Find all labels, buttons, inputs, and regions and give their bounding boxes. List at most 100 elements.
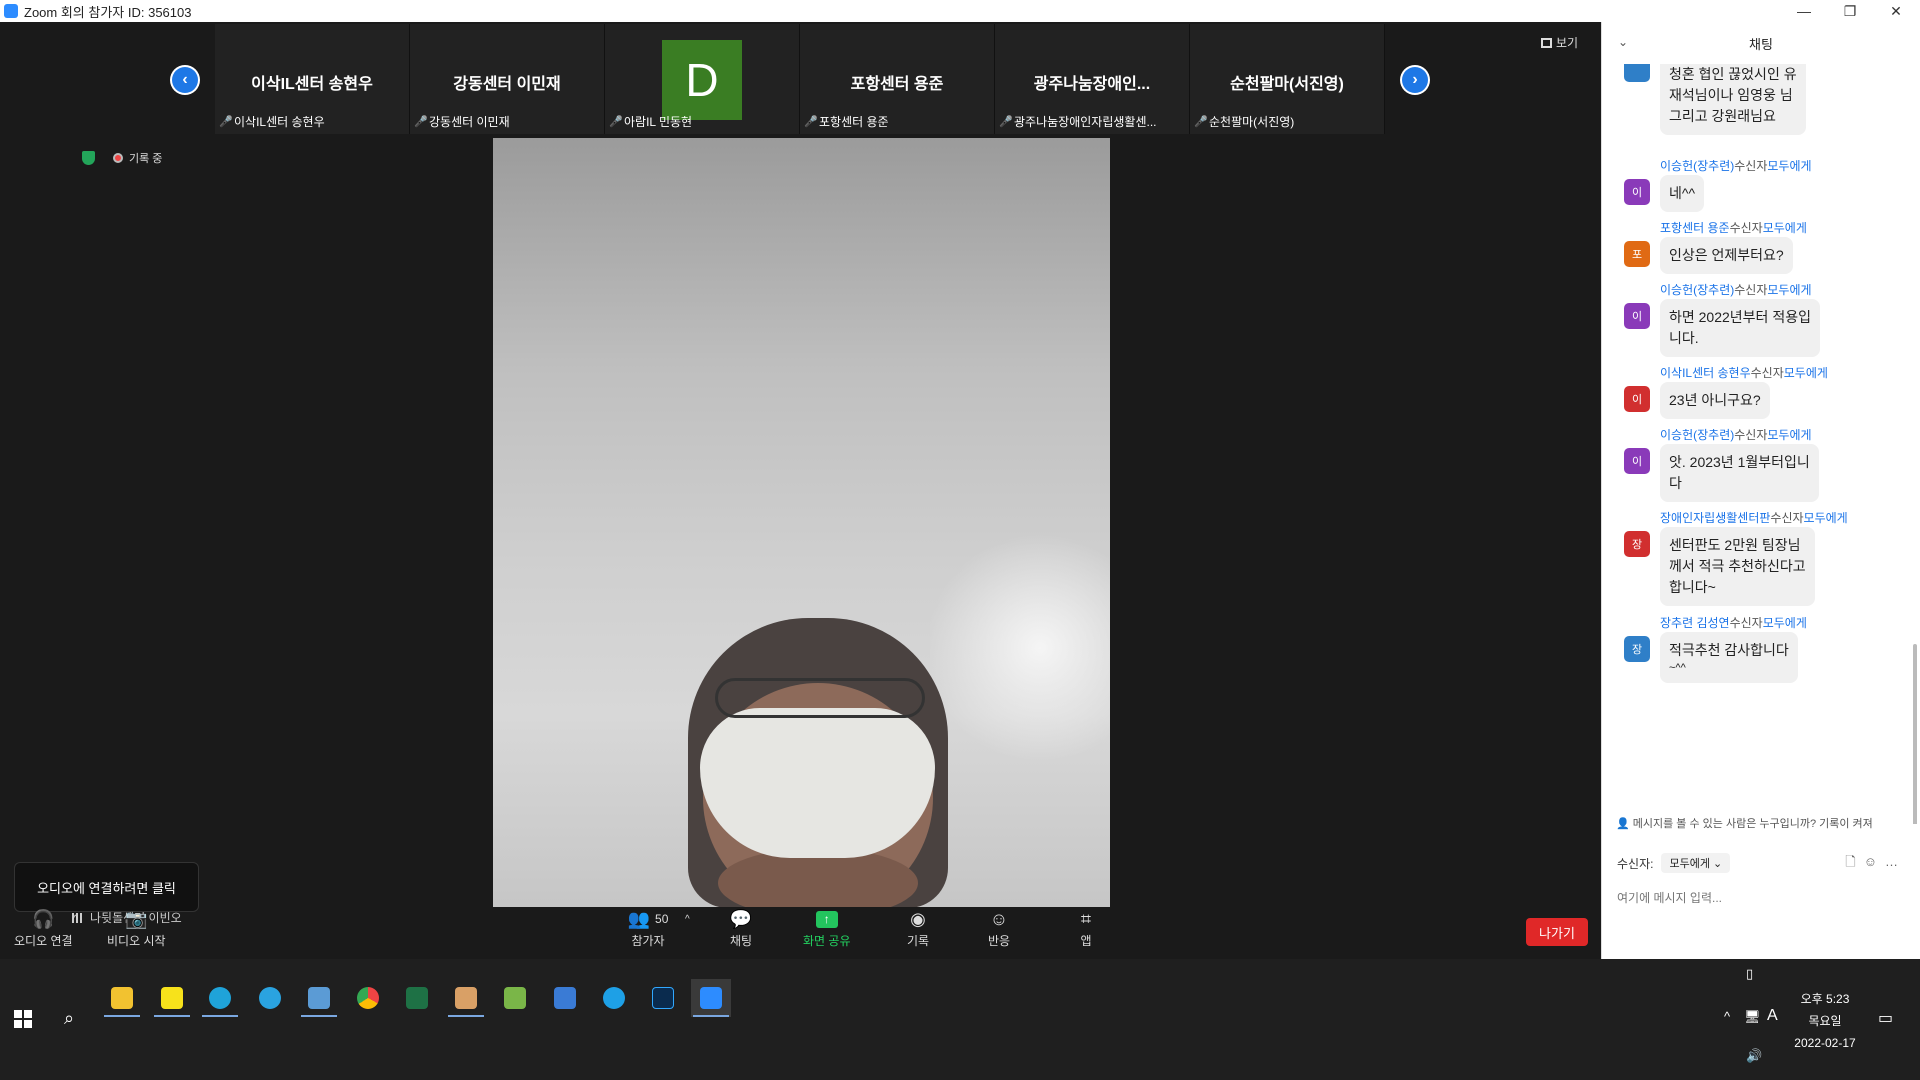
app-taskbar-icon[interactable] xyxy=(446,979,486,1017)
video-off-icon: 📷 xyxy=(125,908,148,929)
restore-button[interactable]: ❐ xyxy=(1827,0,1873,22)
next-page-button[interactable]: › xyxy=(1400,65,1430,95)
mic-muted-icon: 🎤 xyxy=(804,115,818,128)
chat-title: 채팅 xyxy=(1749,36,1773,52)
chat-message-list[interactable]: 청혼 협인 끊었시인 유 재석님이나 임영웅 님 그리고 강원래님요 이승헌(장… xyxy=(1602,64,1920,824)
thumbnail-label: 포항센터 용준 xyxy=(819,115,889,129)
thumbnail-display-name: 순천팔마(서진영) xyxy=(1230,76,1344,93)
zoom-taskbar-icon[interactable] xyxy=(691,979,731,1017)
message-sender: 이승헌(장추련)수신자모두에게 xyxy=(1660,428,1812,442)
sender-avatar: 장 xyxy=(1624,531,1650,557)
participant-thumbnail[interactable]: D 🎤 아람IL 민동현 xyxy=(605,24,800,134)
thumbnail-display-name: 포항센터 용준 xyxy=(850,76,944,93)
network-icon[interactable]: 🖥 xyxy=(1744,1009,1761,1025)
app-taskbar-icon[interactable] xyxy=(495,979,535,1017)
participant-thumbnail[interactable]: 이삭IL센터 송현우 🎤 이삭IL센터 송현우 xyxy=(215,24,410,134)
thumbnail-label: 순천팔마(서진영) xyxy=(1209,115,1295,129)
chat-privacy-notice[interactable]: 👤 메시지를 볼 수 있는 사람은 누구입니까? 기록이 켜져 xyxy=(1616,815,1873,831)
excel-taskbar-icon[interactable] xyxy=(397,979,437,1017)
sender-avatar: 이 xyxy=(1624,386,1650,412)
chat-panel: ⌄ 채팅 청혼 협인 끊었시인 유 재석님이나 임영웅 님 그리고 강원래님요 … xyxy=(1601,22,1920,959)
emoji-icon[interactable]: ☺ xyxy=(1864,854,1885,869)
view-button[interactable]: 보기 xyxy=(1541,34,1578,51)
sender-avatar: 이 xyxy=(1624,179,1650,205)
minimize-button[interactable]: — xyxy=(1781,0,1827,22)
phone-link-icon[interactable]: ▯ xyxy=(1746,966,1753,982)
sender-avatar: 포 xyxy=(1624,241,1650,267)
chat-button[interactable]: 💬 채팅 xyxy=(728,908,754,949)
view-button-label: 보기 xyxy=(1556,36,1579,50)
participant-thumbnail[interactable]: 광주나눔장애인... 🎤 광주나눔장애인자립생활센... xyxy=(995,24,1190,134)
share-screen-button[interactable]: ↑ 화면 공유 xyxy=(803,908,851,949)
network-taskbar-icon[interactable] xyxy=(545,979,585,1017)
leave-button[interactable]: 나가기 xyxy=(1526,918,1588,946)
recording-icon xyxy=(113,153,123,163)
internet-explorer-taskbar-icon[interactable] xyxy=(594,979,634,1017)
message-bubble: 청혼 협인 끊었시인 유 재석님이나 임영웅 님 그리고 강원래님요 xyxy=(1660,64,1806,135)
message-bubble: 23년 아니구요? xyxy=(1660,382,1770,419)
zoom-logo-icon xyxy=(4,4,18,18)
chevron-left-icon: ‹ xyxy=(172,67,198,93)
participant-thumbnail[interactable]: 강동센터 이민재 🎤 강동센터 이민재 xyxy=(410,24,605,134)
thumbnail-label: 강동센터 이민재 xyxy=(429,115,510,129)
chevron-down-icon[interactable]: ⌄ xyxy=(1618,35,1628,49)
chat-message-input[interactable] xyxy=(1617,878,1907,918)
message-sender: 장추련 김성연수신자모두에게 xyxy=(1660,616,1807,630)
recipient-label: 수신자: xyxy=(1617,856,1654,871)
recipient-select[interactable]: 모두에게 ⌄ xyxy=(1661,853,1731,873)
message-bubble: 앗. 2023년 1월부터입니 다 xyxy=(1660,444,1819,502)
kakaotalk-taskbar-icon[interactable] xyxy=(152,979,192,1017)
reactions-button[interactable]: ☺ 반응 xyxy=(986,908,1012,949)
grid-view-icon xyxy=(1541,37,1552,48)
windows-start-button[interactable] xyxy=(14,1010,32,1028)
participant-thumbnail[interactable]: 포항센터 용준 🎤 포항센터 용준 xyxy=(800,24,995,134)
prev-page-button[interactable]: ‹ xyxy=(170,65,200,95)
notepad-taskbar-icon[interactable] xyxy=(299,979,339,1017)
thumbnail-display-name: 광주나눔장애인... xyxy=(1033,76,1151,93)
participant-thumbnail-strip: 이삭IL센터 송현우 🎤 이삭IL센터 송현우 강동센터 이민재 🎤 강동센터 이민… xyxy=(215,24,1385,134)
participants-options-caret[interactable]: ^ xyxy=(685,914,690,925)
message-sender: 이승헌(장추련)수신자모두에게 xyxy=(1660,159,1812,173)
active-speaker-video xyxy=(493,138,1110,907)
emoji-icon: ☺ xyxy=(989,908,1009,929)
telegram-taskbar-icon[interactable] xyxy=(250,979,290,1017)
participant-thumbnail[interactable]: 순천팔마(서진영) 🎤 순천팔마(서진영) xyxy=(1190,24,1385,134)
join-audio-button[interactable]: 🎧 오디오 연결 xyxy=(14,908,73,949)
chevron-up-icon[interactable]: ^ xyxy=(1724,1009,1730,1024)
headphone-icon: 🎧 xyxy=(32,908,55,929)
volume-icon[interactable]: 🔊 xyxy=(1746,1048,1762,1064)
ime-indicator[interactable]: A xyxy=(1767,1007,1778,1025)
more-icon[interactable]: … xyxy=(1885,854,1906,869)
mic-muted-icon: 🎤 xyxy=(999,115,1013,128)
thumbnail-label: 이삭IL센터 송현우 xyxy=(234,115,325,129)
thumbnail-display-name: 이삭IL센터 송현우 xyxy=(251,76,373,93)
start-video-button[interactable]: 📷 비디오 시작 xyxy=(107,908,166,949)
message-bubble: 센터판도 2만원 팀장님 께서 적극 추천하신다고 합니다~ xyxy=(1660,527,1815,606)
apps-icon: ⌗ xyxy=(1080,908,1092,929)
search-icon[interactable]: ⌕ xyxy=(64,1008,74,1029)
participants-icon: 👥 50 xyxy=(627,908,669,929)
close-button[interactable]: ✕ xyxy=(1873,0,1919,22)
audio-options-caret[interactable]: ^ xyxy=(73,914,78,925)
message-bubble: 인상은 언제부터요? xyxy=(1660,237,1793,274)
message-sender: 포항센터 용준수신자모두에게 xyxy=(1660,221,1807,235)
edge-taskbar-icon[interactable] xyxy=(200,979,240,1017)
meeting-area: ‹ 이삭IL센터 송현우 🎤 이삭IL센터 송현우 강동센터 이민재 🎤 강동센터 … xyxy=(0,22,1601,959)
file-explorer-taskbar-icon[interactable] xyxy=(102,979,142,1017)
notification-icon[interactable]: ▭ xyxy=(1878,1008,1893,1028)
record-button[interactable]: ◉ 기록 xyxy=(905,908,931,949)
taskbar-clock[interactable]: 오후 5:23 목요일 2022-02-17 xyxy=(1780,988,1870,1054)
window-title: Zoom 회의 참가자 ID: 356103 xyxy=(24,4,192,20)
chevron-right-icon: › xyxy=(1402,67,1428,93)
message-bubble: 네^^ xyxy=(1660,175,1705,212)
file-icon[interactable]: 🗋 xyxy=(1845,854,1863,869)
chrome-taskbar-icon[interactable] xyxy=(348,979,388,1017)
record-icon: ◉ xyxy=(910,908,926,929)
chat-scrollbar[interactable] xyxy=(1913,644,1917,824)
photoshop-taskbar-icon[interactable] xyxy=(643,979,683,1017)
apps-button[interactable]: ⌗ 앱 xyxy=(1073,908,1099,949)
participants-button[interactable]: 👥 50 참가자 xyxy=(618,908,678,949)
sender-avatar: 장 xyxy=(1624,636,1650,662)
message-sender: 장애인자립생활센터판수신자모두에게 xyxy=(1660,511,1848,525)
security-shield-icon[interactable] xyxy=(82,151,95,165)
